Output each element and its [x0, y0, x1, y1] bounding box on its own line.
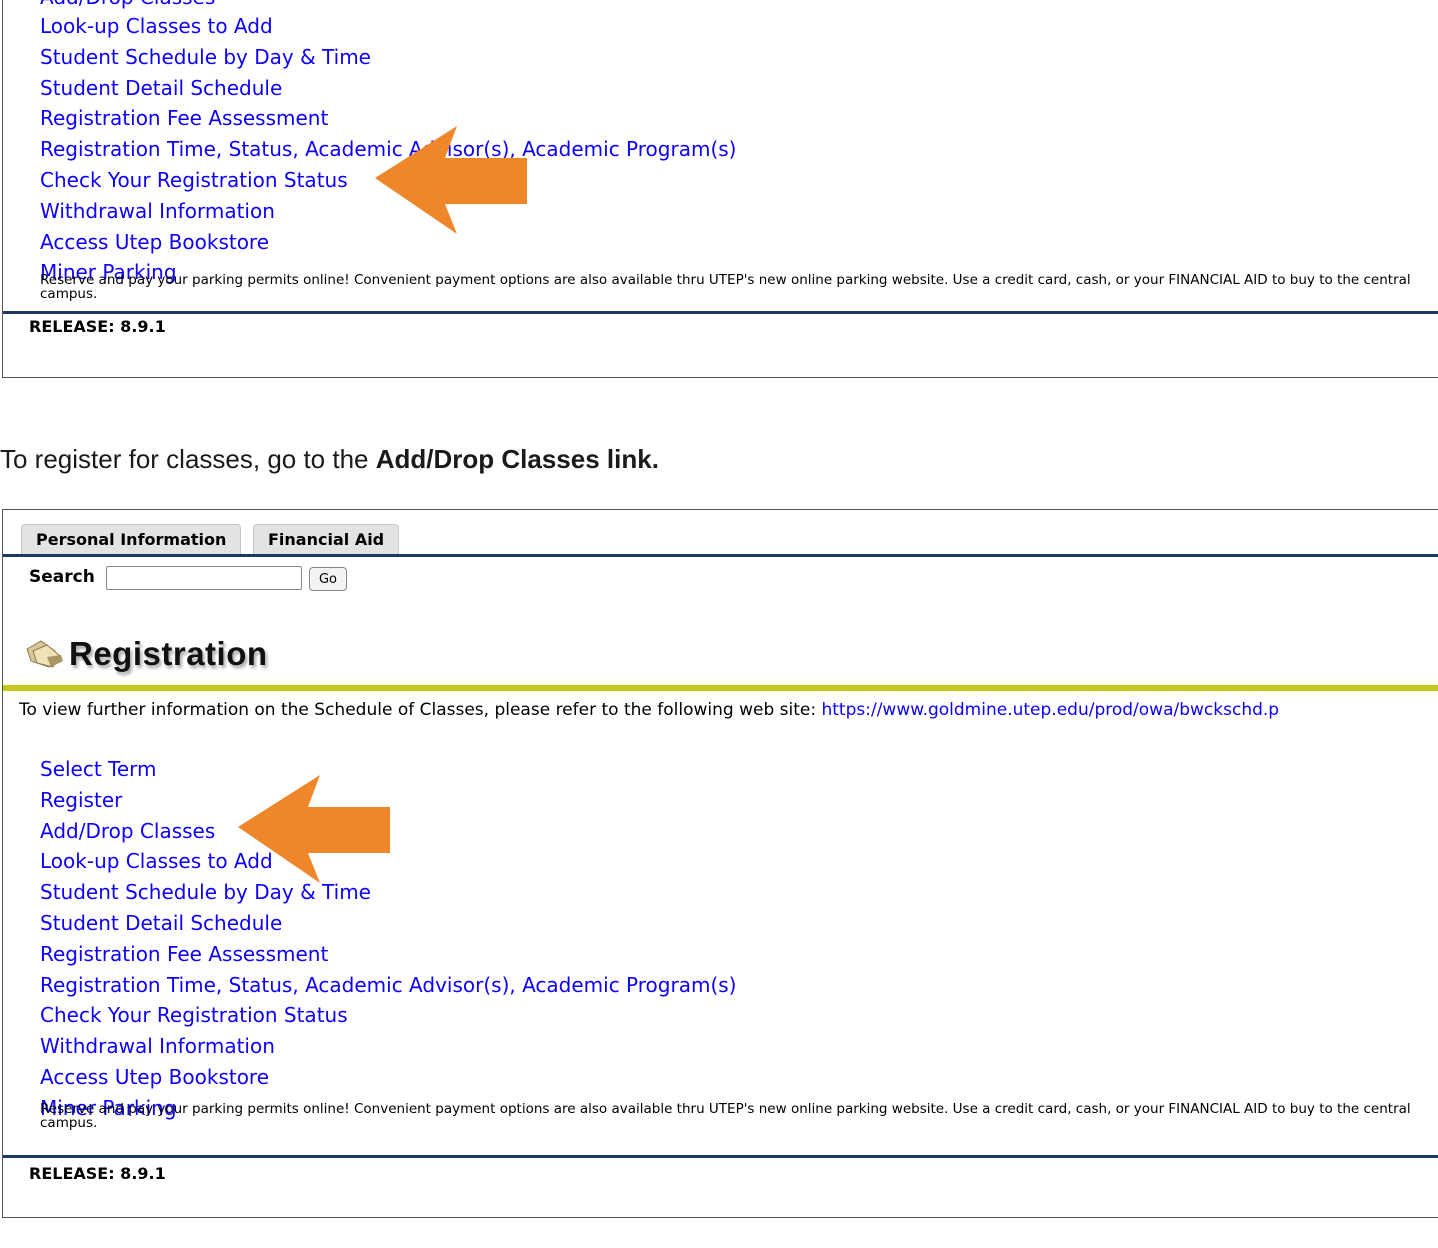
bottom-panel: Personal Information Financial Aid Searc…	[2, 509, 1438, 1218]
folder-icon	[26, 640, 63, 668]
link-withdrawal-info[interactable]: Withdrawal Information	[40, 1031, 736, 1062]
release-label: RELEASE: 8.9.1	[29, 1164, 166, 1183]
link-bookstore[interactable]: Access Utep Bookstore	[40, 1062, 736, 1093]
arrow-left-icon	[238, 775, 390, 883]
caption-text: To register for classes, go to the	[0, 444, 376, 474]
caption-bold: Add/Drop Classes link.	[375, 444, 659, 474]
schedule-info-text: To view further information on the Sched…	[19, 700, 822, 720]
divider-top	[3, 311, 1438, 314]
parking-note: Reserve and pay your parking permits onl…	[40, 1101, 1411, 1131]
link-fee-assessment[interactable]: Registration Fee Assessment	[40, 939, 736, 970]
link-lookup-classes-top[interactable]: Look-up Classes to Add	[40, 11, 736, 42]
page-title: Registration	[25, 632, 268, 676]
registration-heading: Registration	[69, 635, 268, 672]
tab-personal-information[interactable]: Personal Information	[21, 524, 242, 555]
divider-bottom	[3, 1155, 1438, 1158]
search-input[interactable]	[106, 566, 302, 590]
instruction-caption: To register for classes, go to the Add/D…	[0, 444, 659, 475]
link-registration-time-status[interactable]: Registration Time, Status, Academic Advi…	[40, 970, 736, 1001]
release-label-top: RELEASE: 8.9.1	[29, 317, 166, 336]
link-schedule-day-time-top[interactable]: Student Schedule by Day & Time	[40, 42, 736, 73]
tab-divider	[3, 554, 1438, 557]
link-check-registration-status[interactable]: Check Your Registration Status	[40, 1000, 736, 1031]
parking-note-top: Reserve and pay your parking permits onl…	[40, 272, 1411, 302]
link-detail-schedule[interactable]: Student Detail Schedule	[40, 908, 736, 939]
go-button[interactable]: Go	[309, 567, 347, 591]
link-detail-schedule-top[interactable]: Student Detail Schedule	[40, 73, 736, 104]
schedule-info: To view further information on the Sched…	[19, 700, 1279, 720]
schedule-info-link[interactable]: https://www.goldmine.utep.edu/prod/owa/b…	[821, 700, 1279, 720]
tab-financial-aid[interactable]: Financial Aid	[253, 524, 400, 555]
link-add-drop-classes-top[interactable]: Add/Drop Classes	[40, 0, 736, 11]
search-label: Search	[29, 567, 95, 587]
arrow-left-icon	[375, 126, 527, 234]
heading-divider	[3, 685, 1438, 691]
top-panel: Add/Drop Classes Look-up Classes to Add …	[2, 0, 1438, 378]
